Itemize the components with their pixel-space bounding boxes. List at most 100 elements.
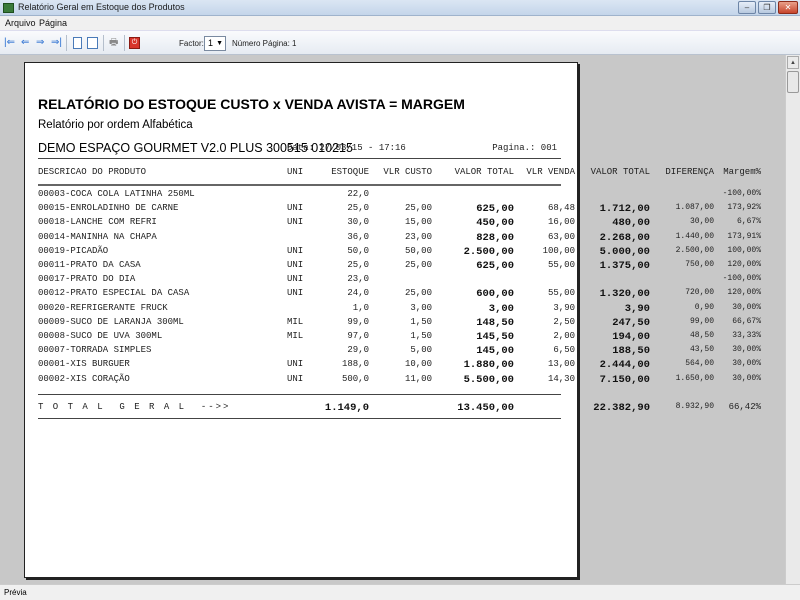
previous-page-icon[interactable]: ⇐ (21, 37, 29, 49)
cell-margem: 173,91% (727, 231, 761, 241)
cell-valor-total-venda: 1.375,00 (599, 260, 650, 272)
factor-label: Factor: (179, 39, 204, 48)
restore-button[interactable]: ❐ (758, 1, 776, 14)
cell-valor-total-venda: 5.000,00 (599, 245, 650, 258)
cell-valor-total-custo: 1.880,00 (463, 359, 514, 372)
cell-uni: UNI (287, 260, 304, 270)
toolbar: |⇐ ⇐ ⇒ ⇒| 🖶 ⏻ Factor: 1 ▼ Número Página: … (0, 30, 800, 55)
single-page-icon[interactable] (73, 37, 82, 49)
cell-descricao: 00007-TORRADA SIMPLES (38, 345, 152, 356)
cell-descricao: 00014-MANINHA NA CHAPA (38, 231, 157, 242)
cell-estoque: 99,0 (347, 316, 369, 327)
cell-descricao: 00015-ENROLADINHO DE CARNE (38, 203, 179, 214)
cell-margem: 66,67% (732, 316, 761, 326)
last-page-icon[interactable]: ⇒| (51, 37, 62, 49)
cell-vlr-venda: 2,00 (553, 331, 575, 341)
cell-vlr-custo: 11,00 (404, 373, 432, 384)
cell-vlr-custo: 25,00 (404, 203, 432, 214)
cell-vlr-venda: 63,00 (547, 231, 575, 242)
cell-margem: 33,33% (732, 331, 761, 340)
cell-vlr-custo: 3,00 (410, 302, 432, 313)
cell-descricao: 00003-COCA COLA LATINHA 250ML (38, 189, 195, 199)
cell-vlr-venda: 16,00 (547, 217, 575, 228)
cell-valor-total-venda: 2.444,00 (599, 359, 650, 372)
cell-vlr-venda: 100,00 (542, 245, 575, 256)
cell-vlr-venda: 55,00 (547, 260, 575, 270)
cell-estoque: 97,0 (347, 331, 369, 341)
scroll-thumb[interactable] (787, 71, 799, 93)
header-margem: Margem% (723, 167, 761, 177)
cell-valor-total-custo: 145,50 (476, 331, 514, 343)
cell-vlr-custo: 25,00 (404, 260, 432, 270)
cell-valor-total-custo: 600,00 (476, 288, 514, 301)
cell-diferenca: 48,50 (689, 331, 714, 340)
exit-icon[interactable]: ⏻ (129, 37, 140, 49)
cell-descricao: 00018-LANCHE COM REFRI (38, 217, 157, 228)
separator (103, 35, 104, 51)
cell-uni: UNI (287, 274, 304, 285)
cell-valor-total-custo: 450,00 (476, 217, 514, 230)
cell-diferenca: 2.500,00 (675, 245, 714, 255)
header-vlr-venda: VLR VENDA (526, 167, 575, 177)
report-subtitle: Relatório por ordem Alfabética (38, 119, 193, 131)
report-date: Data: 27/03/15 - 17:16 (287, 143, 406, 153)
vertical-scrollbar[interactable]: ▲ (785, 55, 800, 584)
cell-diferenca: 564,00 (685, 359, 714, 369)
total-margem: 66,42% (728, 402, 761, 412)
page-number: Número Página: 1 (232, 39, 297, 48)
header-estoque: ESTOQUE (331, 167, 369, 177)
next-page-icon[interactable]: ⇒ (36, 37, 44, 49)
cell-vlr-custo: 25,00 (404, 288, 432, 299)
separator (66, 35, 67, 51)
menu-pagina[interactable]: Página (39, 18, 67, 28)
cell-valor-total-venda: 188,50 (612, 345, 650, 358)
cell-uni: UNI (287, 288, 304, 299)
report-page: RELATÓRIO DO ESTOQUE CUSTO x VENDA AVIST… (24, 62, 761, 578)
cell-diferenca: 1.650,00 (675, 373, 714, 383)
status-bar: Prévia (0, 584, 800, 600)
cell-vlr-venda: 55,00 (547, 288, 575, 299)
cell-valor-total-venda: 194,00 (612, 331, 650, 343)
divider (38, 158, 561, 159)
chevron-down-icon: ▼ (216, 40, 223, 47)
menu-arquivo[interactable]: Arquivo (5, 18, 36, 28)
minimize-button[interactable]: – (738, 1, 756, 14)
cell-descricao: 00002-XIS CORAÇÃO (38, 373, 130, 384)
cell-valor-total-venda: 7.150,00 (599, 373, 650, 386)
cell-vlr-venda: 2,50 (553, 316, 575, 327)
close-button[interactable]: ✕ (778, 1, 798, 14)
cell-diferenca: 30,00 (689, 217, 714, 227)
two-pages-icon[interactable] (87, 37, 98, 49)
cell-margem: -100,00% (722, 189, 761, 198)
divider (38, 184, 561, 186)
cell-estoque: 25,0 (347, 203, 369, 214)
total-diferenca: 8.932,90 (675, 402, 714, 411)
print-icon[interactable]: 🖶 (109, 37, 118, 49)
header-diferenca: DIFERENÇA (665, 167, 714, 177)
total-custo: 13.450,00 (457, 402, 514, 414)
cell-margem: 120,00% (727, 260, 761, 269)
cell-uni: UNI (287, 217, 304, 228)
cell-valor-total-venda: 480,00 (612, 217, 650, 230)
factor-select[interactable]: 1 ▼ (204, 36, 226, 51)
cell-descricao: 00009-SUCO DE LARANJA 300ML (38, 316, 184, 327)
cell-vlr-custo: 1,50 (410, 331, 432, 341)
cell-descricao: 00020-REFRIGERANTE FRUCK (38, 302, 168, 313)
app-icon (3, 3, 14, 13)
first-page-icon[interactable]: |⇐ (4, 37, 15, 49)
cell-uni: UNI (287, 203, 304, 214)
cell-valor-total-venda: 3,90 (624, 302, 650, 315)
total-label: T O T A L G E R A L -->> (38, 402, 231, 412)
cell-valor-total-venda: 1.320,00 (599, 288, 650, 301)
cell-estoque: 50,0 (347, 245, 369, 256)
cell-estoque: 188,0 (341, 359, 369, 370)
cell-vlr-venda: 68,48 (547, 203, 575, 214)
cell-valor-total-venda: 1.712,00 (599, 203, 650, 216)
cell-diferenca: 0,90 (694, 302, 714, 312)
factor-value: 1 (208, 38, 214, 48)
cell-diferenca: 1.087,00 (675, 203, 714, 213)
report-title: RELATÓRIO DO ESTOQUE CUSTO x VENDA AVIST… (38, 96, 465, 112)
report-page-number: Pagina.: 001 (492, 143, 557, 153)
scroll-up-icon[interactable]: ▲ (787, 56, 799, 69)
divider (38, 418, 561, 419)
